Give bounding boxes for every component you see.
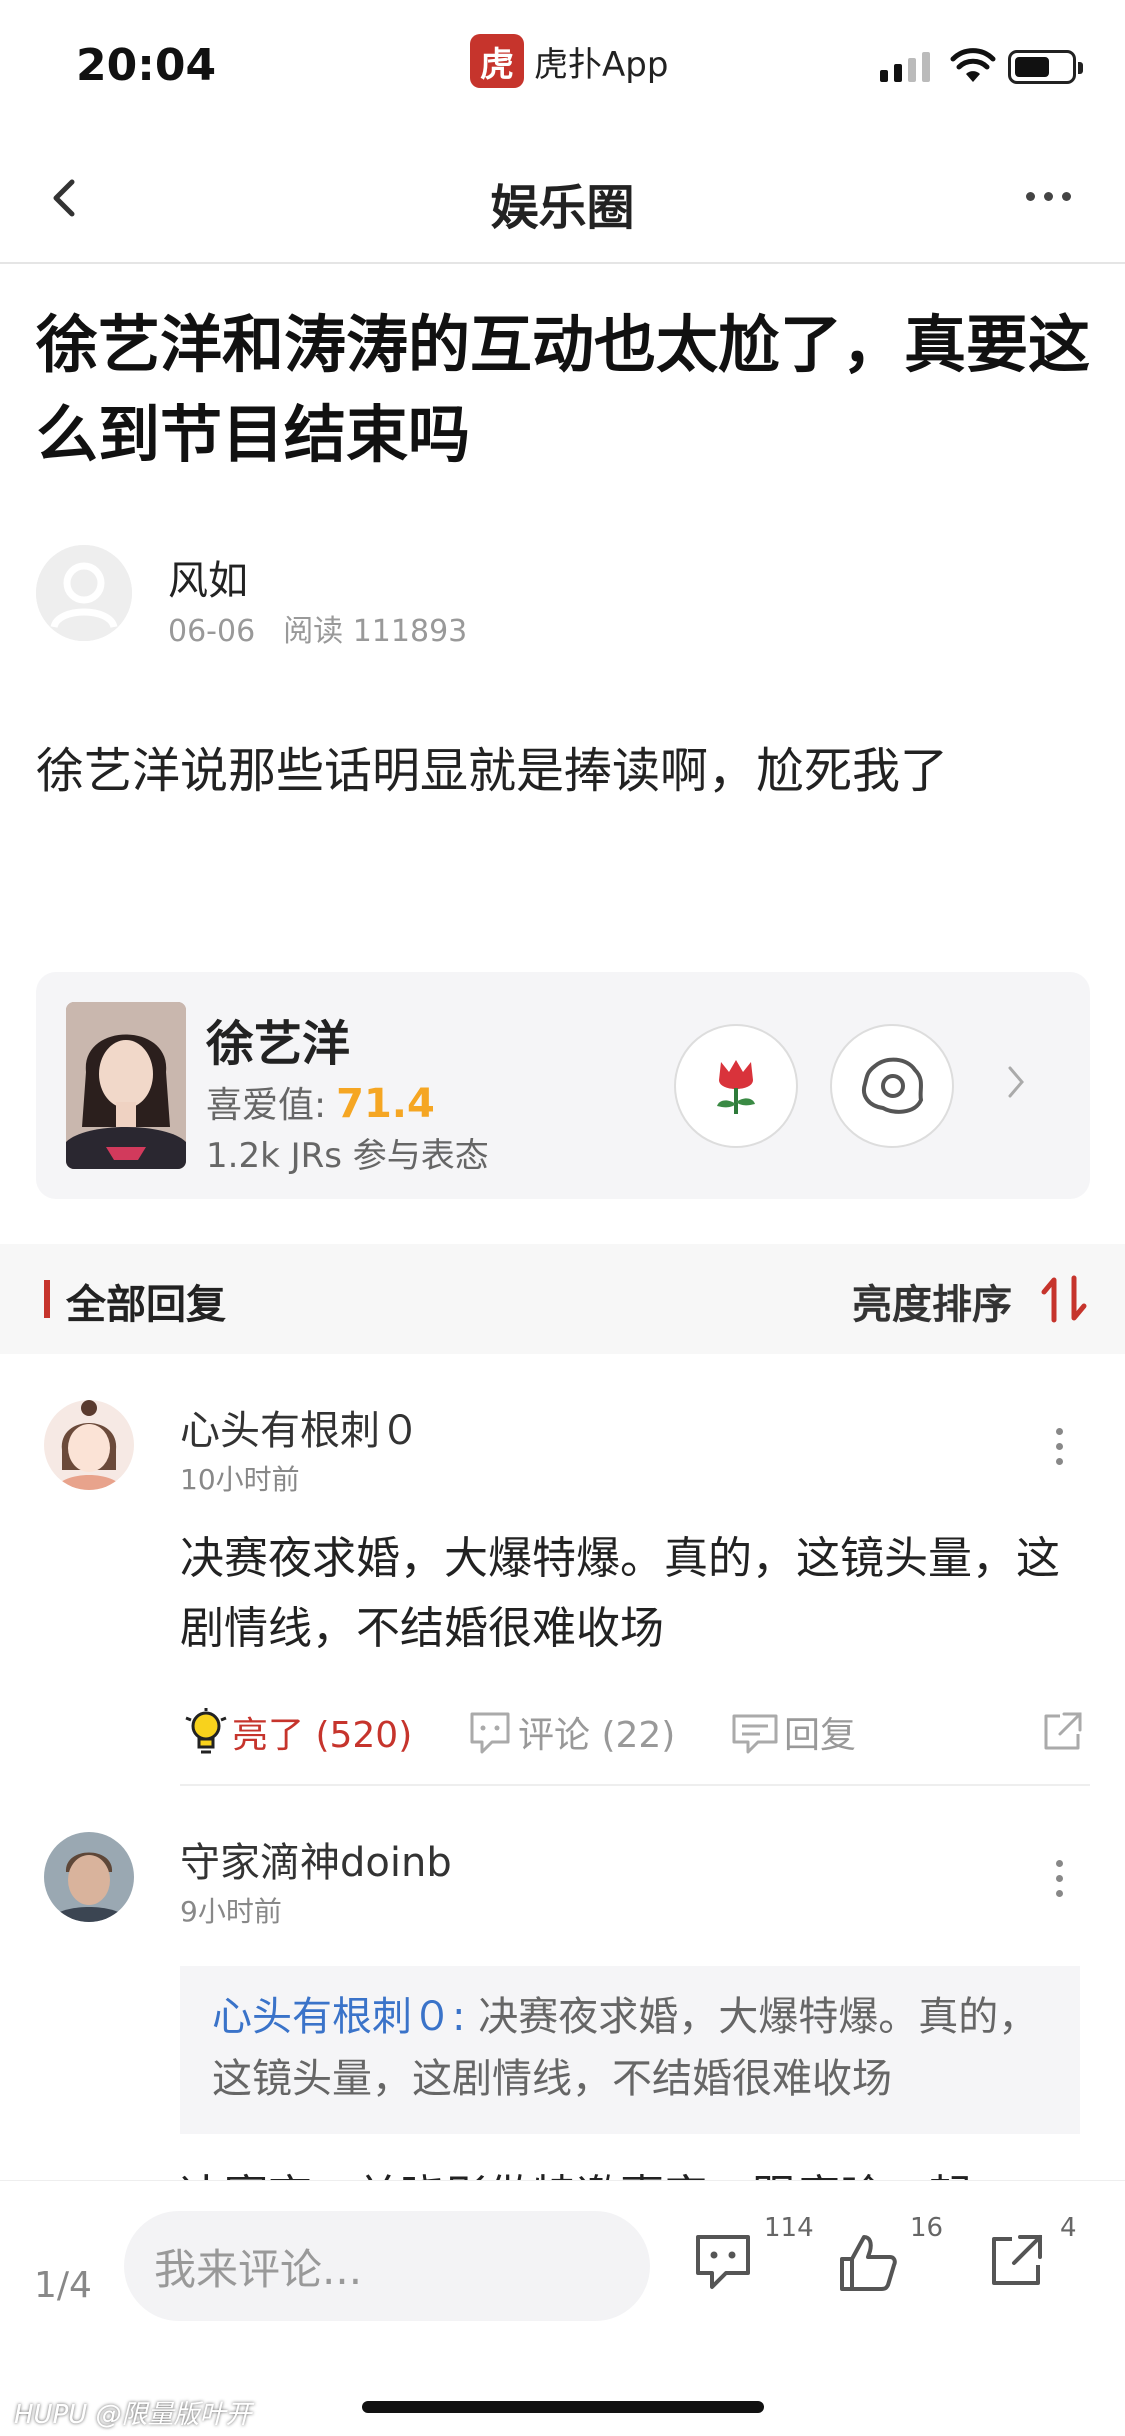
hupu-logo-icon: 虎 bbox=[470, 34, 524, 88]
post-date: 06-06 bbox=[168, 614, 256, 649]
page-indicator[interactable]: 1/4 bbox=[34, 2265, 92, 2306]
comment-input[interactable]: 我来评论... bbox=[124, 2211, 650, 2321]
comment-count: 评论 (22) bbox=[518, 1715, 676, 1756]
star-photo bbox=[66, 1002, 186, 1169]
light-count: 亮了 (520) bbox=[232, 1715, 413, 1756]
comment-username[interactable]: 心头有根刺０ bbox=[180, 1398, 420, 1456]
default-avatar-icon bbox=[36, 545, 132, 641]
author-avatar[interactable] bbox=[36, 545, 132, 641]
comment-text: 决赛夜求婚，大爆特爆。真的，这镜头量，这剧情线，不结婚很难收场 bbox=[180, 1533, 1060, 1654]
comment-time: 9小时前 bbox=[180, 1895, 282, 1928]
wifi-icon bbox=[950, 48, 996, 82]
thumbs-up-icon[interactable] bbox=[836, 2231, 900, 2293]
nav-divider bbox=[0, 262, 1125, 264]
page-title: 娱乐圈 bbox=[490, 180, 635, 236]
likes-count: 16 bbox=[910, 2213, 944, 2243]
light-button[interactable]: 亮了 (520) bbox=[184, 1706, 412, 1758]
chevron-right-icon[interactable] bbox=[1006, 1064, 1026, 1100]
comment-time: 10小时前 bbox=[180, 1463, 300, 1496]
comment-reply-count-button[interactable]: 评论 (22) bbox=[466, 1706, 675, 1758]
comment-bubble-icon bbox=[470, 1712, 510, 1754]
star-love: 喜爱值: 71.4 bbox=[206, 1081, 435, 1127]
post-body: 徐艺洋说那些话明显就是捧读啊，尬死我了 bbox=[36, 743, 949, 799]
reply-icon bbox=[732, 1714, 778, 1754]
quoted-username[interactable]: 心头有根刺０: bbox=[212, 1994, 465, 2040]
section-marker bbox=[44, 1280, 50, 1318]
shares-count: 4 bbox=[1060, 2213, 1077, 2243]
comments-icon[interactable] bbox=[692, 2231, 754, 2291]
app-name: 虎扑App bbox=[534, 44, 669, 85]
egg-icon bbox=[862, 1057, 924, 1114]
post-reads: 阅读 111893 bbox=[283, 614, 468, 649]
reply-button[interactable]: 回复 bbox=[730, 1706, 856, 1758]
post-title: 徐艺洋和涛涛的互动也太尬了，真要这么到节目结束吗 bbox=[36, 308, 1091, 471]
section-title: 全部回复 bbox=[66, 1282, 226, 1328]
status-time: 20:04 bbox=[76, 40, 217, 91]
star-name: 徐艺洋 bbox=[206, 1016, 351, 1072]
watermark: HUPU @限量版叶开 bbox=[14, 2400, 252, 2430]
egg-button[interactable] bbox=[830, 1024, 954, 1148]
author-name[interactable]: 风如 bbox=[168, 548, 248, 606]
home-indicator[interactable] bbox=[362, 2401, 764, 2413]
sort-icon[interactable] bbox=[1040, 1274, 1090, 1324]
comments-count: 114 bbox=[764, 2213, 814, 2243]
page: { "status_bar": {"time": "20:04", "app_l… bbox=[0, 0, 1125, 2436]
signal-icon bbox=[880, 52, 930, 82]
share-icon[interactable] bbox=[1040, 1710, 1084, 1754]
comment-more-button[interactable] bbox=[1056, 1860, 1063, 1897]
comment-username[interactable]: 守家滴神doinb bbox=[180, 1830, 452, 1888]
flower-button[interactable] bbox=[674, 1024, 798, 1148]
star-card[interactable]: 徐艺洋 喜爱值: 71.4 1.2k JRs 参与表态 bbox=[36, 972, 1090, 1199]
battery-icon bbox=[1008, 50, 1083, 84]
comment-avatar[interactable] bbox=[44, 1832, 134, 1922]
app-brand: 虎 虎扑App bbox=[470, 34, 668, 88]
share-icon[interactable] bbox=[986, 2231, 1046, 2291]
comment-avatar[interactable] bbox=[44, 1400, 134, 1490]
comment-divider bbox=[180, 1784, 1090, 1786]
lightbulb-icon bbox=[185, 1708, 227, 1754]
comment-more-button[interactable] bbox=[1056, 1428, 1063, 1465]
rose-icon bbox=[717, 1060, 755, 1114]
star-love-value: 71.4 bbox=[336, 1081, 435, 1127]
sort-button[interactable]: 亮度排序 bbox=[852, 1272, 1012, 1330]
star-jrs: 1.2k JRs 参与表态 bbox=[206, 1136, 489, 1176]
post-meta: 06-06 阅读 111893 bbox=[168, 606, 495, 650]
more-options-button[interactable] bbox=[1026, 192, 1071, 201]
quoted-reply[interactable]: 心头有根刺０: 决赛夜求婚，大爆特爆。真的，这镜头量，这剧情线，不结婚很难收场 bbox=[180, 1966, 1080, 2134]
replies-header: 全部回复 亮度排序 bbox=[0, 1244, 1125, 1354]
